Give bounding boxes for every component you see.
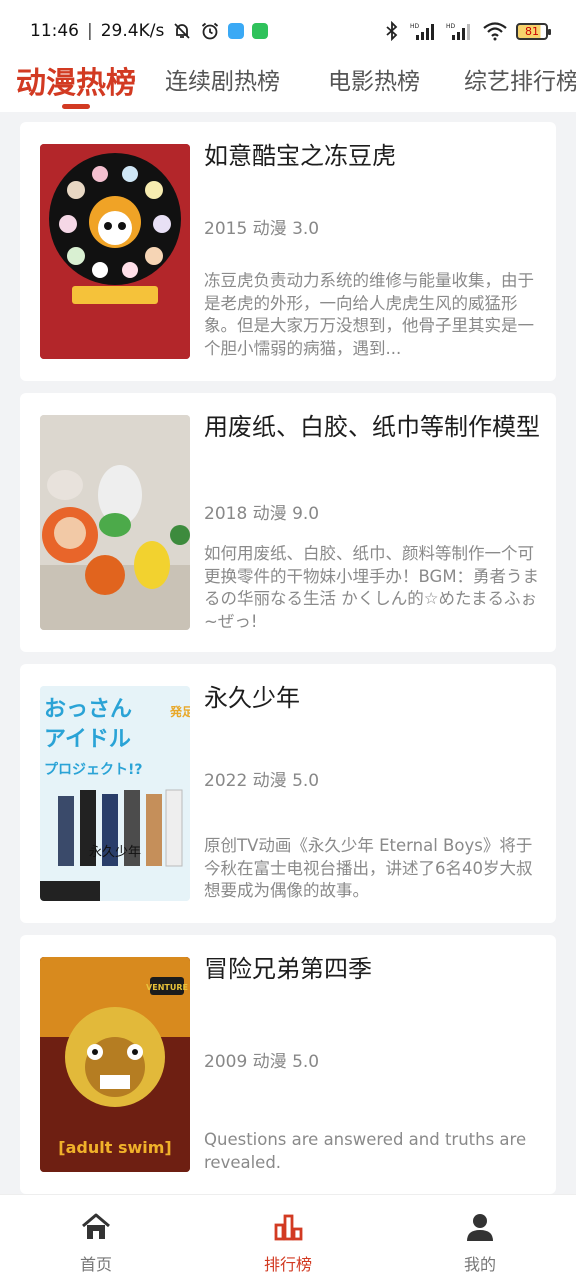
status-network-speed: 29.4K/s (100, 21, 165, 41)
item-description: Questions are answered and truths are re… (204, 1130, 527, 1172)
svg-text:HD: HD (410, 23, 420, 30)
bottom-navigation: 首页 排行榜 我的 (0, 1194, 576, 1280)
poster-text-line3: プロジェクト!? (44, 762, 143, 778)
poster-side-text: 発足 (169, 704, 190, 719)
poster-image: おっさん アイドル プロジェクト!? 発足 永久少年 (40, 686, 190, 901)
nav-label: 排行榜 (263, 1255, 312, 1274)
poster-art (40, 144, 190, 359)
wifi-icon (483, 22, 507, 41)
bluetooth-icon (386, 21, 398, 41)
poster-art: おっさん アイドル プロジェクト!? 発足 永久少年 (40, 686, 190, 901)
qq-notification-icon (228, 23, 245, 39)
battery-icon: 81 (516, 22, 551, 40)
nav-label: 首页 (79, 1255, 112, 1274)
nav-home[interactable]: 首页 (0, 1195, 192, 1280)
item-title[interactable]: 如意酷宝之冻豆虎 (204, 140, 540, 173)
tab-movie[interactable]: 电影热榜 (328, 62, 420, 96)
status-time: 11:46 (30, 21, 79, 41)
status-left: 11:46 | 29.4K/s (30, 21, 269, 41)
home-icon (82, 1213, 110, 1239)
alarm-icon (202, 22, 219, 40)
item-title[interactable]: 用废纸、白胶、纸巾等制作模型 (204, 411, 540, 444)
signal-1-icon: HD (410, 23, 434, 40)
item-meta: 2009 动漫 5.0 (204, 1052, 320, 1072)
item-description: 原创TV动画《永久少年 Eternal Boys》将于今秋在富士电视台播出，讲述… (204, 836, 533, 900)
status-right: HD HD 81 (382, 21, 551, 41)
nav-label: 我的 (463, 1255, 496, 1274)
item-title[interactable]: 永久少年 (204, 682, 540, 715)
poster-text-line2: アイドル (44, 727, 131, 752)
user-icon (467, 1214, 493, 1241)
poster-art (40, 415, 190, 630)
svg-text:HD: HD (446, 23, 456, 30)
bell-muted-icon (174, 23, 190, 39)
wechat-notification-icon (252, 23, 269, 39)
item-title[interactable]: 冒险兄弟第四季 (204, 953, 540, 986)
poster-image: VENTURE [adult swim] (40, 957, 190, 1172)
nav-ranking[interactable]: 排行榜 (192, 1195, 384, 1280)
category-tabs: 动漫热榜 连续剧热榜 电影热榜 综艺排行榜 (0, 56, 576, 112)
item-meta: 2018 动漫 9.0 (204, 504, 320, 524)
poster-cn-title: 永久少年 (89, 845, 141, 860)
nav-profile[interactable]: 我的 (384, 1195, 576, 1280)
poster-brand-text: [adult swim] (58, 1138, 171, 1157)
active-tab-indicator (62, 104, 90, 109)
poster-badge-text: VENTURE (146, 983, 188, 992)
poster-image (40, 144, 190, 359)
list-item[interactable]: おっさん アイドル プロジェクト!? 発足 永久少年 永久少年 2022 动漫 … (20, 664, 556, 923)
item-meta: 2015 动漫 3.0 (204, 219, 320, 239)
item-description: 冻豆虎负责动力系统的维修与能量收集，由于是老虎的外形，一向给人虎虎生风的威猛形象… (204, 271, 534, 358)
chart-icon (274, 1214, 303, 1241)
tab-variety[interactable]: 综艺排行榜 (464, 62, 576, 96)
status-separator: | (87, 21, 93, 41)
signal-2-icon: HD (446, 23, 470, 40)
ranking-list: 如意酷宝之冻豆虎 2015 动漫 3.0 冻豆虎负责动力系统的维修与能量收集，由… (20, 122, 556, 1206)
tab-anime[interactable]: 动漫热榜 (16, 58, 136, 102)
poster-art: VENTURE [adult swim] (40, 957, 190, 1172)
list-item[interactable]: 用废纸、白胶、纸巾等制作模型 2018 动漫 9.0 如何用废纸、白胶、纸巾、颜… (20, 393, 556, 652)
poster-text-line1: おっさん (44, 697, 132, 722)
status-bar: 11:46 | 29.4K/s HD HD 81 (0, 0, 576, 62)
list-item[interactable]: 如意酷宝之冻豆虎 2015 动漫 3.0 冻豆虎负责动力系统的维修与能量收集，由… (20, 122, 556, 381)
item-meta: 2022 动漫 5.0 (204, 771, 320, 791)
item-description: 如何用废纸、白胶、纸巾、颜料等制作一个可更换零件的干物妹小埋手办！BGM：勇者う… (204, 544, 540, 631)
list-item[interactable]: VENTURE [adult swim] 冒险兄弟第四季 2009 动漫 5.0… (20, 935, 556, 1194)
poster-image (40, 415, 190, 630)
tab-series[interactable]: 连续剧热榜 (165, 62, 280, 96)
